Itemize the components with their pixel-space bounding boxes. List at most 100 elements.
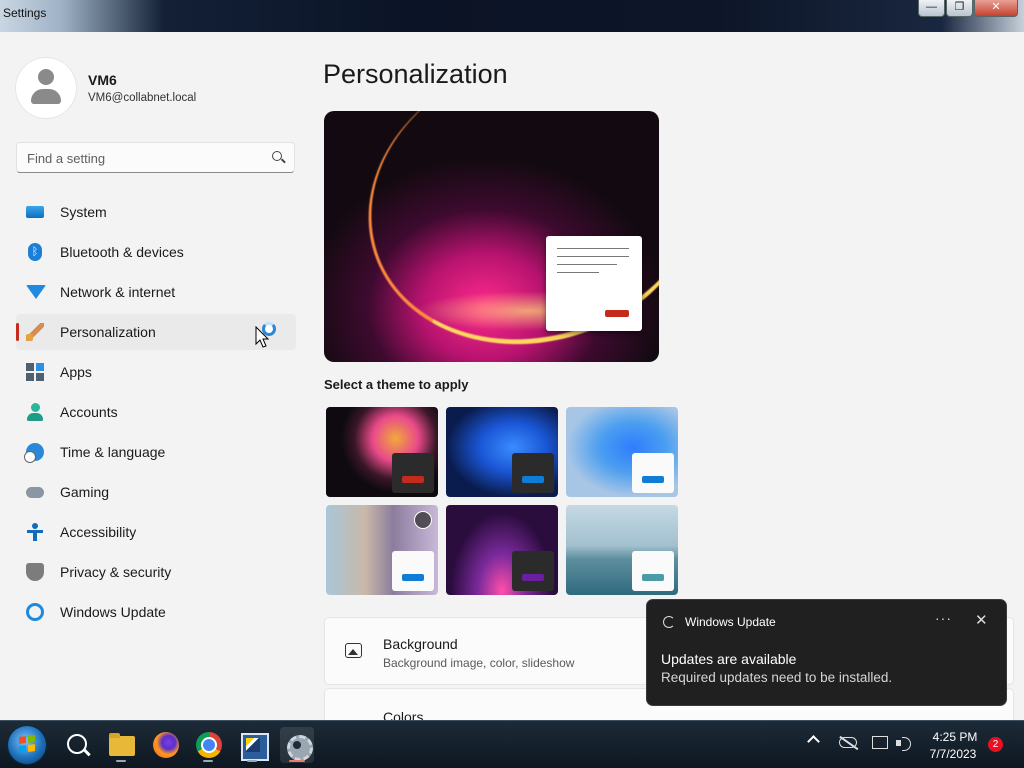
toast-app-name: Windows Update [685, 615, 776, 629]
sidebar-item-label: Privacy & security [60, 564, 172, 580]
window-controls: — ❐ ✕ [918, 0, 1018, 17]
title-bar: Settings — ❐ ✕ [0, 0, 1024, 32]
windows-logo-icon [19, 735, 35, 753]
theme-grid [326, 407, 682, 597]
running-indicator [116, 760, 126, 762]
globe-clock-icon [24, 443, 44, 463]
restore-button[interactable]: ❐ [946, 0, 973, 17]
avatar-head-icon [38, 69, 54, 85]
sidebar-item-privacy[interactable]: Privacy & security [16, 554, 296, 590]
file-explorer-icon[interactable] [106, 729, 138, 761]
sidebar-item-label: Network & internet [60, 284, 176, 300]
taskbar: 4:25 PM 7/7/2023 2 [0, 720, 1024, 768]
theme-preview [324, 111, 659, 362]
image-icon [345, 643, 362, 658]
minimize-button[interactable]: — [918, 0, 945, 17]
theme-bloom-light[interactable] [566, 407, 678, 497]
clock-date[interactable]: 7/7/2023 [924, 747, 982, 761]
update-toast[interactable]: Windows Update ··· ✕ Updates are availab… [646, 599, 1007, 706]
sidebar-item-label: Time & language [60, 444, 166, 460]
firefox-icon[interactable] [150, 729, 182, 761]
theme-bloom-dark[interactable] [446, 407, 558, 497]
theme-mini-window [632, 551, 674, 591]
running-indicator [247, 760, 257, 762]
card-title: Background [383, 636, 458, 652]
window-title: Settings [3, 6, 47, 20]
theme-lake-light[interactable] [566, 505, 678, 595]
search-input[interactable] [27, 149, 262, 167]
sidebar-item-time-language[interactable]: Time & language [16, 434, 296, 470]
sidebar-item-accessibility[interactable]: Accessibility [16, 514, 296, 550]
sidebar-item-network[interactable]: Network & internet [16, 274, 296, 310]
sidebar-item-label: Windows Update [60, 604, 166, 620]
sidebar-item-label: Apps [60, 364, 92, 380]
settings-icon[interactable] [280, 727, 314, 763]
theme-glow-dark[interactable] [446, 505, 558, 595]
volume-icon[interactable] [896, 736, 912, 751]
search-box[interactable] [16, 142, 295, 173]
avatar[interactable] [16, 58, 76, 118]
shield-icon [26, 563, 44, 581]
sidebar-item-windows-update[interactable]: Windows Update [16, 594, 296, 630]
sidebar-item-system[interactable]: System [16, 194, 296, 230]
display-icon [26, 206, 44, 218]
running-indicator [203, 760, 213, 762]
preview-button [605, 310, 629, 317]
avatar-body-icon [31, 89, 61, 104]
preview-line [557, 256, 629, 257]
close-icon[interactable]: ✕ [975, 611, 988, 629]
sidebar-nav: System ᛒ Bluetooth & devices Network & i… [16, 194, 296, 634]
sync-icon [663, 616, 675, 628]
preview-line [557, 272, 599, 273]
theme-accent-bar [642, 476, 664, 483]
theme-accent-bar [642, 574, 664, 581]
cloud-offline-icon[interactable] [839, 737, 857, 748]
theme-accent-bar [402, 574, 424, 581]
theme-mini-window [512, 453, 554, 493]
theme-spotlight[interactable] [326, 505, 438, 595]
preview-line [557, 248, 629, 249]
gamepad-icon [26, 487, 44, 498]
sidebar-item-accounts[interactable]: Accounts [16, 394, 296, 430]
theme-mini-window [392, 551, 434, 591]
app-icon[interactable] [237, 729, 269, 761]
sidebar-item-label: Personalization [60, 324, 156, 340]
bluetooth-icon: ᛒ [28, 243, 42, 261]
sidebar-item-personalization[interactable]: Personalization [16, 314, 296, 350]
theme-flower-dark[interactable] [326, 407, 438, 497]
person-icon [26, 403, 44, 421]
theme-section-label: Select a theme to apply [324, 377, 469, 392]
camera-icon [414, 511, 432, 529]
network-icon[interactable] [872, 736, 888, 749]
sidebar-item-label: System [60, 204, 107, 220]
search-icon[interactable] [272, 151, 282, 161]
sidebar-item-bluetooth[interactable]: ᛒ Bluetooth & devices [16, 234, 296, 270]
sidebar-item-label: Bluetooth & devices [60, 244, 184, 260]
chrome-icon[interactable] [193, 729, 225, 761]
sync-icon [26, 603, 44, 621]
sidebar-item-label: Accounts [60, 404, 118, 420]
accessibility-icon [26, 523, 44, 541]
preview-line [557, 264, 617, 265]
user-email: VM6@collabnet.local [88, 92, 197, 104]
sidebar-item-label: Accessibility [60, 524, 137, 540]
start-button[interactable] [8, 726, 46, 764]
theme-accent-bar [402, 476, 424, 483]
close-button[interactable]: ✕ [974, 0, 1018, 17]
toast-heading: Updates are available [661, 651, 797, 667]
sidebar-item-apps[interactable]: Apps [16, 354, 296, 390]
theme-accent-bar [522, 574, 544, 581]
wifi-icon [26, 285, 46, 299]
toast-body: Required updates need to be installed. [661, 670, 893, 685]
sidebar-item-gaming[interactable]: Gaming [16, 474, 296, 510]
chevron-up-icon[interactable] [807, 735, 820, 748]
theme-mini-window [392, 453, 434, 493]
search-icon[interactable] [64, 729, 96, 761]
clock-time[interactable]: 4:25 PM [928, 730, 982, 744]
more-options-icon[interactable]: ··· [935, 610, 952, 626]
theme-mini-window [512, 551, 554, 591]
user-name: VM6 [88, 72, 117, 88]
sidebar-item-label: Gaming [60, 484, 110, 500]
preview-window [546, 236, 642, 331]
notification-badge[interactable]: 2 [988, 737, 1003, 752]
